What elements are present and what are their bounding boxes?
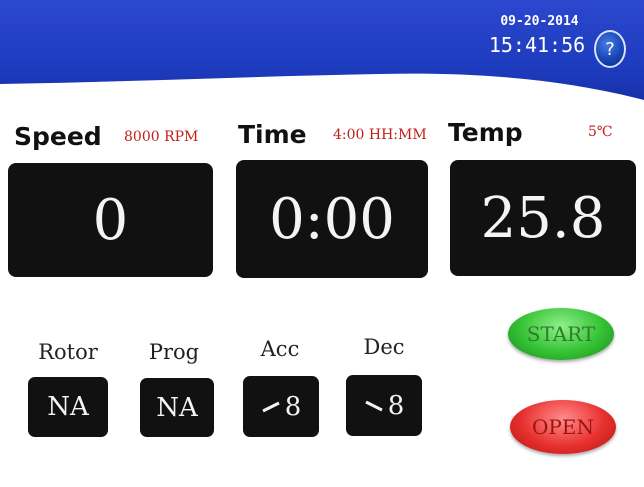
acc-value: 8 (284, 391, 302, 422)
time-display[interactable]: 0:00 (236, 160, 428, 278)
open-button[interactable]: OPEN (510, 400, 616, 454)
prog-value[interactable]: NA (140, 378, 214, 437)
acc-label: Acc (260, 337, 300, 361)
acc-value-box[interactable]: 8 (243, 376, 319, 437)
rotor-value[interactable]: NA (28, 377, 108, 437)
centrifuge-screen: 09-20-2014 15:41:56 ? Speed 8000 RPM 0 T… (0, 0, 644, 487)
clock-display: 15:41:56 (488, 33, 586, 57)
speed-setpoint[interactable]: 8000 RPM (124, 129, 198, 145)
start-button[interactable]: START (508, 308, 614, 360)
decel-ramp-icon (365, 400, 383, 411)
dec-value: 8 (387, 390, 405, 421)
date-display: 09-20-2014 (500, 14, 579, 29)
speed-display[interactable]: 0 (8, 163, 213, 277)
temp-label: Temp (448, 118, 523, 147)
time-label: Time (238, 120, 307, 149)
temp-display[interactable]: 25.8 (450, 160, 636, 276)
prog-label: Prog (148, 340, 200, 364)
temp-setpoint[interactable]: 5℃ (588, 124, 613, 140)
rotor-label: Rotor (38, 340, 98, 364)
dec-label: Dec (363, 335, 405, 359)
speed-label: Speed (14, 122, 102, 151)
help-button[interactable]: ? (594, 30, 626, 68)
time-setpoint[interactable]: 4:00 HH:MM (333, 127, 427, 143)
dec-value-box[interactable]: 8 (346, 375, 422, 436)
accel-ramp-icon (262, 401, 280, 412)
